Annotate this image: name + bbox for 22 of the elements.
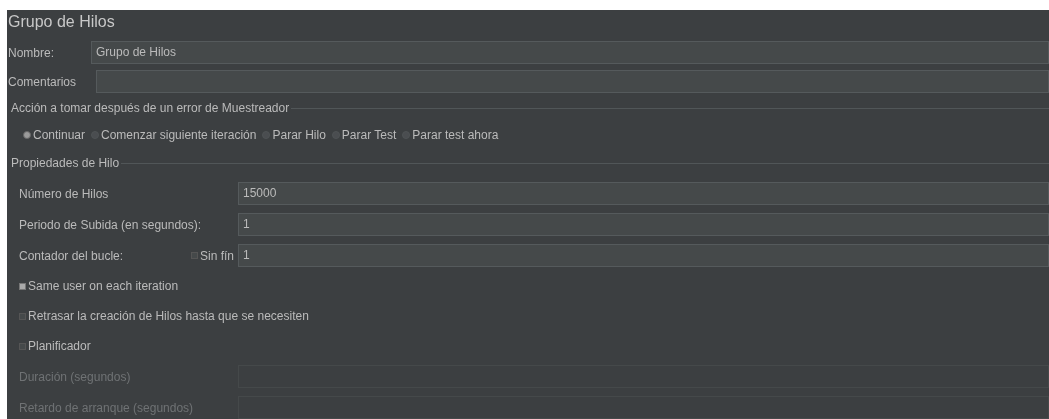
input-field[interactable]: 1: [238, 213, 1049, 236]
comments-field[interactable]: [96, 70, 1049, 93]
radio-option[interactable]: Parar Test: [331, 128, 397, 142]
checkbox-option[interactable]: Same user on each iteration: [19, 279, 179, 293]
input-field[interactable]: 15000: [238, 182, 1049, 205]
checkbox-option[interactable]: Retrasar la creación de Hilos hasta que se necesiten: [19, 309, 309, 323]
radio-option[interactable]: Parar Hilo: [262, 128, 326, 142]
field-label: Nombre:: [7, 45, 55, 60]
input-field[interactable]: 1: [238, 244, 1049, 267]
field-label: Periodo de Subida (en segundos):: [19, 217, 203, 232]
radio-option[interactable]: Continuar: [23, 128, 86, 142]
name-field[interactable]: Grupo de Hilos: [91, 41, 1049, 64]
checkbox-option[interactable]: Sin fín: [190, 248, 234, 263]
radio-option[interactable]: Comenzar siguiente iteración: [91, 128, 257, 142]
panel-title: Grupo de Hilos: [7, 12, 116, 32]
group-title: Acción a tomar después de un error de Muestreador: [11, 101, 290, 115]
field-label: Número de Hilos: [19, 186, 110, 201]
checkbox-option[interactable]: Planificador: [19, 339, 91, 353]
group-title: Propiedades de Hilo: [11, 156, 120, 170]
field-label: Contador del bucle:: [19, 248, 124, 263]
field-label: Comentarios: [7, 74, 78, 89]
radio-option[interactable]: Parar test ahora: [402, 128, 499, 142]
